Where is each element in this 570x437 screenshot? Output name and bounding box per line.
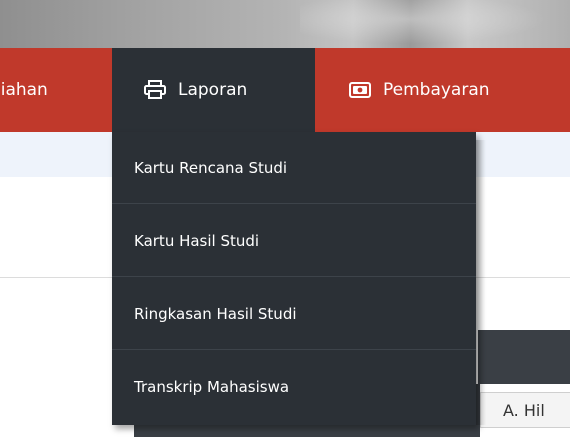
menu-item-label: Kartu Hasil Studi: [134, 231, 260, 250]
menu-item-kartu-hasil-studi[interactable]: Kartu Hasil Studi: [112, 205, 476, 277]
header-banner: [0, 0, 570, 48]
banner-image-shade: [300, 0, 570, 48]
table-header: [478, 330, 570, 384]
table-cell-text: A. Hil: [503, 400, 545, 420]
menu-item-kartu-rencana-studi[interactable]: Kartu Rencana Studi: [112, 132, 476, 204]
nav-item-perkuliahan[interactable]: liahan: [0, 48, 112, 132]
laporan-dropdown-menu: Kartu Rencana Studi Kartu Hasil Studi Ri…: [112, 132, 476, 425]
menu-item-label: Transkrip Mahasiswa: [134, 378, 290, 396]
menu-item-ringkasan-hasil-studi[interactable]: Ringkasan Hasil Studi: [112, 278, 476, 350]
main-navbar: liahan Laporan Pembayaran: [0, 48, 570, 132]
nav-item-label: Laporan: [178, 80, 248, 100]
nav-item-pembayaran[interactable]: Pembayaran: [315, 48, 570, 132]
dropdown-shadow: [476, 140, 486, 425]
nav-item-label: liahan: [0, 80, 48, 100]
menu-item-label: Ringkasan Hasil Studi: [134, 304, 297, 323]
printer-icon: [144, 80, 166, 100]
menu-item-transkrip-mahasiswa[interactable]: Transkrip Mahasiswa: [112, 351, 476, 423]
nav-item-label: Pembayaran: [383, 80, 490, 100]
menu-item-label: Kartu Rencana Studi: [134, 158, 288, 177]
nav-item-laporan[interactable]: Laporan: [112, 48, 315, 132]
table-cell: A. Hil: [480, 392, 570, 428]
money-icon: [349, 82, 371, 98]
